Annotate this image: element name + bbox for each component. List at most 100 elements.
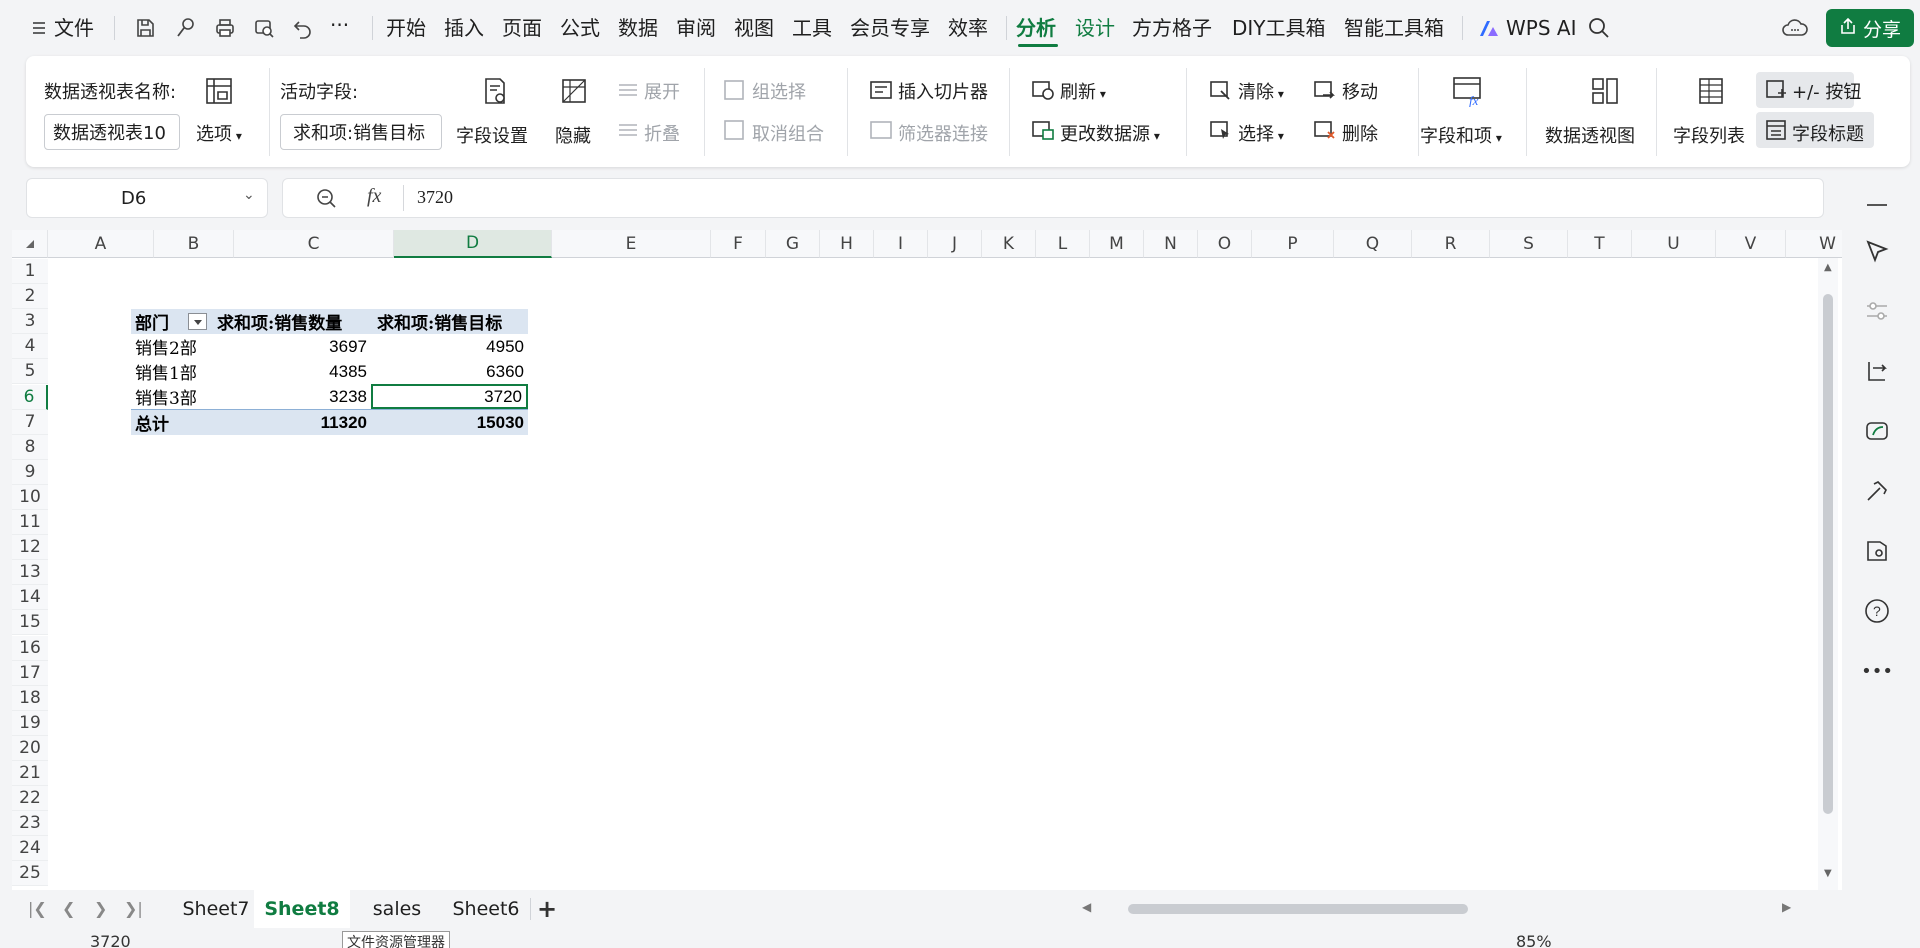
share-button[interactable]: 分享 bbox=[1826, 9, 1914, 47]
column-header-m[interactable]: M bbox=[1090, 230, 1144, 258]
pivot-total-target[interactable]: 15030 bbox=[371, 410, 528, 435]
zoom-level[interactable]: 85% bbox=[1516, 932, 1552, 948]
clear-dropdown[interactable]: 清除 ▾ bbox=[1238, 78, 1284, 104]
column-header-q[interactable]: Q bbox=[1334, 230, 1412, 258]
style-icon[interactable] bbox=[1862, 416, 1892, 446]
adjust-icon[interactable] bbox=[1862, 296, 1892, 326]
undo-icon[interactable] bbox=[288, 13, 318, 43]
tab-view[interactable]: 视图 bbox=[734, 15, 774, 41]
row-header-19[interactable]: 19 bbox=[12, 710, 48, 736]
book-icon[interactable] bbox=[1862, 536, 1892, 566]
group-select-button[interactable]: 组选择 bbox=[752, 78, 806, 104]
tab-tools[interactable]: 工具 bbox=[792, 15, 832, 41]
formula-bar[interactable]: fx 3720 bbox=[282, 178, 1824, 218]
row-header-4[interactable]: 4 bbox=[12, 334, 48, 360]
active-cell-d6[interactable]: 3720 bbox=[371, 384, 528, 409]
zoom-out-icon[interactable] bbox=[315, 187, 339, 215]
pivot-cell-target[interactable]: 6360 bbox=[371, 359, 528, 384]
row-header-6[interactable]: 6 bbox=[12, 384, 48, 410]
column-header-u[interactable]: U bbox=[1632, 230, 1716, 258]
pivot-header-target[interactable]: 求和项:销售目标 bbox=[371, 309, 528, 334]
row-header-12[interactable]: 12 bbox=[12, 535, 48, 561]
pivot-row-label[interactable]: 销售3部 bbox=[131, 384, 213, 409]
row-header-21[interactable]: 21 bbox=[12, 761, 48, 786]
tab-member[interactable]: 会员专享 bbox=[850, 15, 930, 41]
row-header-14[interactable]: 14 bbox=[12, 585, 48, 611]
tab-smart-toolbox[interactable]: 智能工具箱 bbox=[1344, 15, 1444, 41]
name-box[interactable]: D6 ⌄ bbox=[26, 178, 268, 218]
scrollbar-thumb[interactable] bbox=[1823, 294, 1833, 814]
column-header-r[interactable]: R bbox=[1412, 230, 1490, 258]
more-icon[interactable]: ··· bbox=[330, 12, 349, 38]
first-sheet-icon[interactable]: |❮ bbox=[28, 899, 47, 918]
tab-formula[interactable]: 公式 bbox=[560, 15, 600, 41]
pivot-cell-target[interactable]: 4950 bbox=[371, 334, 528, 359]
column-header-o[interactable]: O bbox=[1198, 230, 1252, 258]
hide-icon[interactable] bbox=[557, 74, 591, 108]
scroll-left-icon[interactable]: ◀ bbox=[1082, 900, 1091, 914]
column-header-i[interactable]: I bbox=[874, 230, 928, 258]
pointer-icon[interactable] bbox=[1862, 236, 1892, 266]
change-source-dropdown[interactable]: 更改数据源 ▾ bbox=[1060, 120, 1160, 146]
pivot-cell-qty[interactable]: 3697 bbox=[213, 334, 371, 359]
row-header-2[interactable]: 2 bbox=[12, 284, 48, 310]
horizontal-scrollbar-thumb[interactable] bbox=[1128, 904, 1468, 914]
column-header-s[interactable]: S bbox=[1490, 230, 1568, 258]
insert-slicer-button[interactable]: 插入切片器 bbox=[898, 78, 988, 104]
tab-design[interactable]: 设计 bbox=[1075, 15, 1115, 41]
tab-review[interactable]: 审阅 bbox=[676, 15, 716, 41]
pivot-total-qty[interactable]: 11320 bbox=[213, 410, 371, 435]
add-sheet-button[interactable]: + bbox=[526, 894, 568, 924]
sheet-tab-sheet7[interactable]: Sheet7 bbox=[166, 890, 266, 928]
pivot-total-label[interactable]: 总计 bbox=[131, 410, 213, 435]
row-header-13[interactable]: 13 bbox=[12, 560, 48, 586]
select-all-corner[interactable] bbox=[12, 230, 48, 258]
row-header-11[interactable]: 11 bbox=[12, 510, 48, 535]
column-header-j[interactable]: J bbox=[928, 230, 982, 258]
column-header-w[interactable]: W bbox=[1786, 230, 1842, 258]
row-header-18[interactable]: 18 bbox=[12, 685, 48, 711]
pivot-chart-icon[interactable] bbox=[1588, 74, 1622, 108]
column-header-g[interactable]: G bbox=[766, 230, 820, 258]
column-header-c[interactable]: C bbox=[234, 230, 394, 258]
wps-ai-button[interactable]: WPS AI bbox=[1506, 15, 1576, 41]
pivot-header-qty[interactable]: 求和项:销售数量 bbox=[213, 309, 371, 334]
wps-ai-icon[interactable] bbox=[1474, 13, 1504, 43]
row-header-24[interactable]: 24 bbox=[12, 836, 48, 862]
print-preview-icon[interactable] bbox=[249, 13, 279, 43]
tab-data[interactable]: 数据 bbox=[618, 15, 658, 41]
collapse-button[interactable]: 折叠 bbox=[644, 120, 680, 146]
row-header-20[interactable]: 20 bbox=[12, 735, 48, 761]
tab-ffgz[interactable]: 方方格子 bbox=[1132, 15, 1212, 41]
active-field-input[interactable]: 求和项:销售目标 bbox=[280, 114, 442, 150]
fields-items-dropdown[interactable]: 字段和项 ▾ bbox=[1420, 122, 1502, 148]
tab-diy-toolbox[interactable]: DIY工具箱 bbox=[1232, 15, 1326, 41]
fx-icon[interactable]: fx bbox=[367, 185, 381, 208]
search-icon[interactable] bbox=[1584, 13, 1614, 43]
tab-page[interactable]: 页面 bbox=[502, 15, 542, 41]
column-header-v[interactable]: V bbox=[1716, 230, 1786, 258]
pivot-cell-qty[interactable]: 4385 bbox=[213, 359, 371, 384]
pivot-cell-qty[interactable]: 3238 bbox=[213, 384, 371, 409]
row-header-1[interactable]: 1 bbox=[12, 259, 48, 284]
tools-icon[interactable] bbox=[1862, 476, 1892, 506]
field-list-button[interactable]: 字段列表 bbox=[1673, 122, 1745, 148]
tab-home[interactable]: 开始 bbox=[386, 15, 426, 41]
column-header-b[interactable]: B bbox=[154, 230, 234, 258]
scroll-up-icon[interactable]: ▲ bbox=[1824, 262, 1832, 273]
sheet-tab-sheet8[interactable]: Sheet8 bbox=[254, 890, 350, 928]
ungroup-button[interactable]: 取消组合 bbox=[752, 120, 824, 146]
column-header-d[interactable]: D bbox=[394, 230, 552, 258]
help-icon[interactable]: ? bbox=[1862, 596, 1892, 626]
file-menu[interactable]: 文件 bbox=[54, 15, 94, 41]
column-header-a[interactable]: A bbox=[48, 230, 154, 258]
vertical-scrollbar[interactable]: ▲ ▼ bbox=[1818, 258, 1838, 890]
column-header-l[interactable]: L bbox=[1036, 230, 1090, 258]
row-header-3[interactable]: 3 bbox=[12, 309, 48, 335]
more-options-icon[interactable]: ••• bbox=[1861, 656, 1893, 686]
filter-connection-button[interactable]: 筛选器连接 bbox=[898, 120, 988, 146]
column-header-t[interactable]: T bbox=[1568, 230, 1632, 258]
print-icon[interactable] bbox=[210, 13, 240, 43]
row-header-23[interactable]: 23 bbox=[12, 811, 48, 837]
tab-analyze[interactable]: 分析 bbox=[1016, 15, 1056, 41]
